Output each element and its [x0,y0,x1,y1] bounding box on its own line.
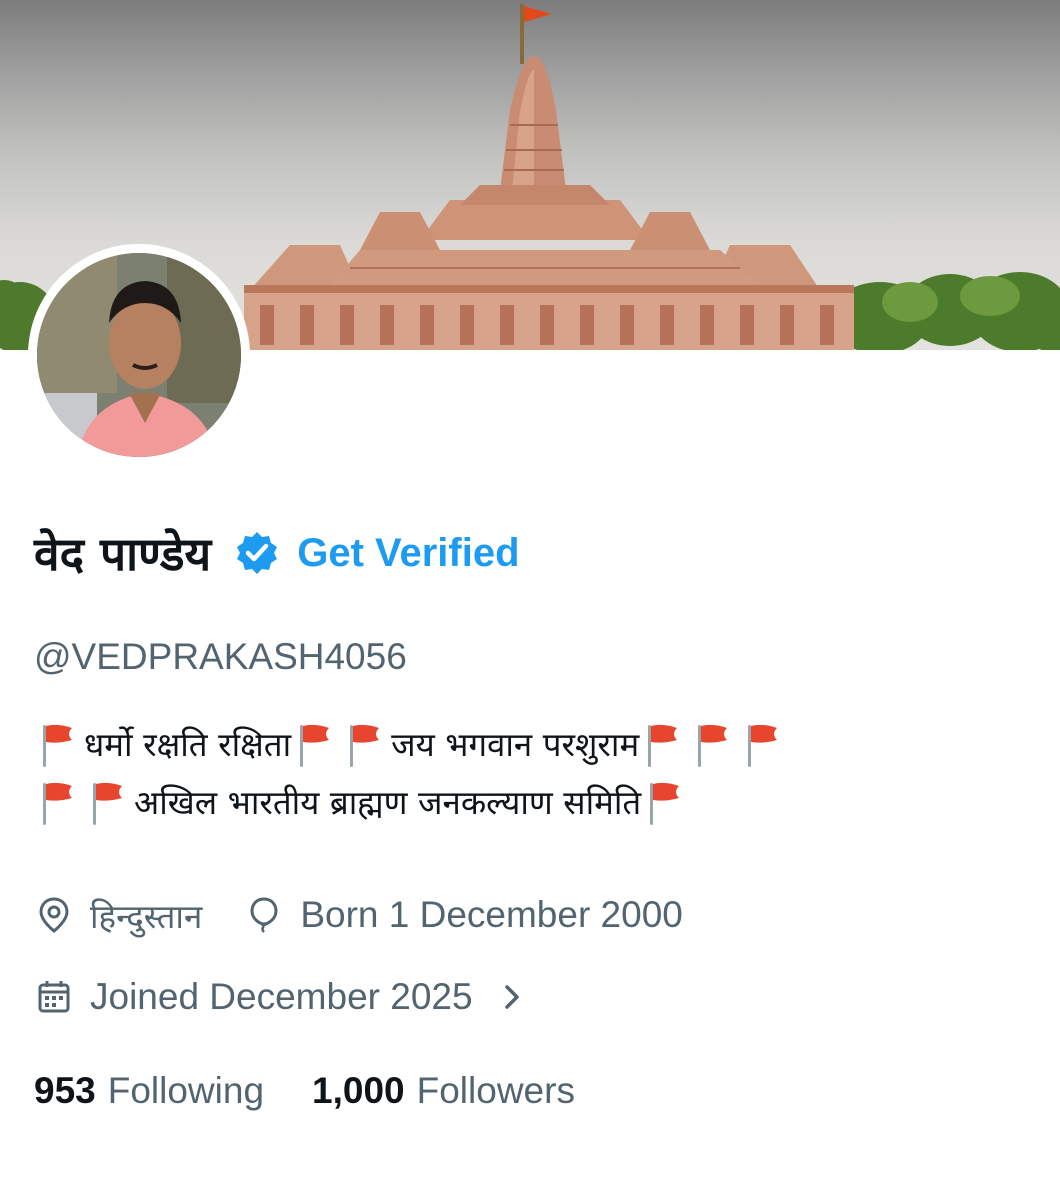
red-flag-icon [645,780,685,826]
red-flag-icon [345,722,385,768]
name-row: वेद पाण्डेय Get Verified [34,520,520,586]
red-flag-icon [88,780,128,826]
bio-text-segment: धर्मो रक्षति रक्षिता [84,725,292,764]
red-flag-icon [38,780,78,826]
balloon-icon [244,895,284,935]
avatar-photo [37,253,241,457]
red-flag-icon [643,722,683,768]
chevron-right-icon[interactable] [497,977,529,1017]
profile-page: वेद पाण्डेय Get Verified @VEDPRAKASH4056… [0,0,1060,1200]
following-label: Following [107,1070,265,1111]
red-flag-icon [693,722,733,768]
follow-stats: 953 Following 1,000 Followers [34,1062,623,1120]
birthday-item: Born 1 December 2000 [244,894,683,936]
red-flag-icon [38,722,78,768]
red-flag-icon [295,722,335,768]
profile-bio: धर्मो रक्षति रक्षिता जय भगवान परशुराम अख… [34,716,1034,832]
bio-text-segment: जय भगवान परशुराम [391,725,640,764]
followers-count: 1,000 [312,1070,405,1111]
profile-handle: @VEDPRAKASH4056 [34,636,407,677]
calendar-icon [34,977,74,1017]
birthday-text: Born 1 December 2000 [300,894,683,935]
bio-line-2: अखिल भारतीय ब्राह्मण जनकल्याण समिति [34,774,1034,832]
followers-link[interactable]: 1,000 Followers [312,1070,575,1112]
following-link[interactable]: 953 Following [34,1070,264,1112]
location-item: हिन्दुस्तान [34,893,202,938]
display-name: वेद पाण्डेय [34,527,212,581]
followers-label: Followers [416,1070,575,1111]
profile-meta-row: हिन्दुस्तान Born 1 December 2000 [34,886,725,944]
bio-text-segment: अखिल भारतीय ब्राह्मण जनकल्याण समिति [134,783,642,822]
joined-text: Joined December 2025 [90,976,473,1017]
profile-avatar[interactable] [28,244,250,466]
bio-line-1: धर्मो रक्षति रक्षिता जय भगवान परशुराम [34,716,1034,774]
location-text: हिन्दुस्तान [90,896,203,936]
verified-badge-icon[interactable] [233,529,281,577]
joined-row[interactable]: Joined December 2025 [34,968,529,1026]
get-verified-link[interactable]: Get Verified [297,531,519,576]
red-flag-icon [743,722,783,768]
location-pin-icon [34,895,74,935]
following-count: 953 [34,1070,96,1111]
